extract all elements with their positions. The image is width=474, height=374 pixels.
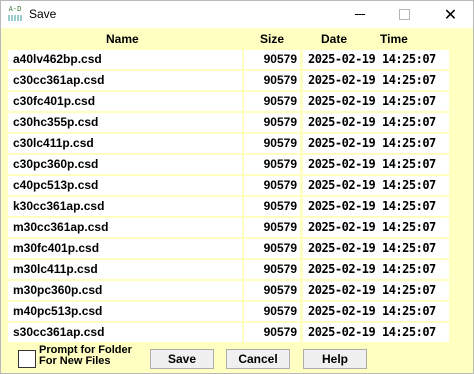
maximize-button[interactable] xyxy=(382,1,427,28)
prompt-folder-label: Prompt for Folder For New Files xyxy=(39,345,132,367)
file-row[interactable]: c30cc361ap.csd 90579 2025-02-19 14:25:07 xyxy=(6,69,450,90)
file-size: 90579 xyxy=(244,197,300,216)
file-datetime: 2025-02-19 14:25:07 xyxy=(303,113,449,132)
file-name: c30lc411p.csd xyxy=(8,134,242,153)
file-row[interactable]: c40pc513p.csd 90579 2025-02-19 14:25:07 xyxy=(6,174,450,195)
header-date[interactable]: Date xyxy=(321,32,347,46)
file-datetime: 2025-02-19 14:25:07 xyxy=(303,92,449,111)
file-name: c30cc361ap.csd xyxy=(8,71,242,90)
vertical-scrollbar[interactable] xyxy=(452,32,469,345)
header-name[interactable]: Name xyxy=(106,32,139,46)
file-name: c30hc355p.csd xyxy=(8,113,242,132)
file-datetime: 2025-02-19 14:25:07 xyxy=(303,218,449,237)
app-icon: A-D xyxy=(7,5,23,23)
save-button[interactable]: Save xyxy=(150,349,214,369)
file-name: k30cc361ap.csd xyxy=(8,197,242,216)
minimize-button[interactable] xyxy=(337,1,382,28)
close-button[interactable]: ✕ xyxy=(428,1,473,28)
file-datetime: 2025-02-19 14:25:07 xyxy=(303,71,449,90)
close-icon: ✕ xyxy=(443,5,458,24)
file-size: 90579 xyxy=(244,281,300,300)
file-datetime: 2025-02-19 14:25:07 xyxy=(303,176,449,195)
file-datetime: 2025-02-19 14:25:07 xyxy=(303,302,449,321)
file-row[interactable]: m30cc361ap.csd 90579 2025-02-19 14:25:07 xyxy=(6,216,450,237)
file-size: 90579 xyxy=(244,302,300,321)
file-name: s30cc361ap.csd xyxy=(8,323,242,342)
maximize-icon xyxy=(399,9,410,20)
file-row[interactable]: m30pc360p.csd 90579 2025-02-19 14:25:07 xyxy=(6,279,450,300)
column-headers: Name Size Date Time xyxy=(6,31,450,48)
prompt-line-2: For New Files xyxy=(39,355,111,367)
file-row[interactable]: m30fc401p.csd 90579 2025-02-19 14:25:07 xyxy=(6,237,450,258)
file-datetime: 2025-02-19 14:25:07 xyxy=(303,197,449,216)
file-name: m30pc360p.csd xyxy=(8,281,242,300)
cancel-button[interactable]: Cancel xyxy=(226,349,290,369)
file-datetime: 2025-02-19 14:25:07 xyxy=(303,323,449,342)
file-name: m40pc513p.csd xyxy=(8,302,242,321)
file-row[interactable]: c30fc401p.csd 90579 2025-02-19 14:25:07 xyxy=(6,90,450,111)
save-dialog: A-D Save ✕ Name Size Date Time a40lv462b… xyxy=(0,0,474,374)
title-bar: A-D Save ✕ xyxy=(1,1,473,28)
window-title: Save xyxy=(29,7,57,21)
file-row[interactable]: c30pc360p.csd 90579 2025-02-19 14:25:07 xyxy=(6,153,450,174)
file-size: 90579 xyxy=(244,323,300,342)
file-name: a40lv462bp.csd xyxy=(8,50,242,69)
file-size: 90579 xyxy=(244,155,300,174)
minimize-icon xyxy=(354,14,365,15)
file-row[interactable]: k30cc361ap.csd 90579 2025-02-19 14:25:07 xyxy=(6,195,450,216)
file-size: 90579 xyxy=(244,176,300,195)
file-datetime: 2025-02-19 14:25:07 xyxy=(303,134,449,153)
help-button[interactable]: Help xyxy=(303,349,367,369)
file-name: m30lc411p.csd xyxy=(8,260,242,279)
file-size: 90579 xyxy=(244,113,300,132)
file-row[interactable]: s30cc361ap.csd 90579 2025-02-19 14:25:07 xyxy=(6,321,450,342)
file-row[interactable]: c30lc411p.csd 90579 2025-02-19 14:25:07 xyxy=(6,132,450,153)
file-name: c30pc360p.csd xyxy=(8,155,242,174)
file-size: 90579 xyxy=(244,50,300,69)
file-row[interactable]: a40lv462bp.csd 90579 2025-02-19 14:25:07 xyxy=(6,48,450,69)
file-size: 90579 xyxy=(244,260,300,279)
file-size: 90579 xyxy=(244,71,300,90)
file-rows: a40lv462bp.csd 90579 2025-02-19 14:25:07 c3… xyxy=(6,48,450,342)
prompt-folder-checkbox[interactable] xyxy=(18,350,36,368)
file-datetime: 2025-02-19 14:25:07 xyxy=(303,155,449,174)
file-name: c30fc401p.csd xyxy=(8,92,242,111)
file-name: c40pc513p.csd xyxy=(8,176,242,195)
file-list: Name Size Date Time a40lv462bp.csd 90579 2… xyxy=(6,31,450,345)
file-name: m30cc361ap.csd xyxy=(8,218,242,237)
header-time[interactable]: Time xyxy=(380,32,408,46)
file-size: 90579 xyxy=(244,92,300,111)
file-size: 90579 xyxy=(244,239,300,258)
file-row[interactable]: c30hc355p.csd 90579 2025-02-19 14:25:07 xyxy=(6,111,450,132)
file-datetime: 2025-02-19 14:25:07 xyxy=(303,50,449,69)
file-datetime: 2025-02-19 14:25:07 xyxy=(303,281,449,300)
file-size: 90579 xyxy=(244,134,300,153)
file-datetime: 2025-02-19 14:25:07 xyxy=(303,239,449,258)
file-size: 90579 xyxy=(244,218,300,237)
file-row[interactable]: m40pc513p.csd 90579 2025-02-19 14:25:07 xyxy=(6,300,450,321)
file-row[interactable]: m30lc411p.csd 90579 2025-02-19 14:25:07 xyxy=(6,258,450,279)
dialog-footer: Prompt for Folder For New Files Save Can… xyxy=(1,345,473,373)
file-name: m30fc401p.csd xyxy=(8,239,242,258)
file-datetime: 2025-02-19 14:25:07 xyxy=(303,260,449,279)
header-size[interactable]: Size xyxy=(260,32,284,46)
